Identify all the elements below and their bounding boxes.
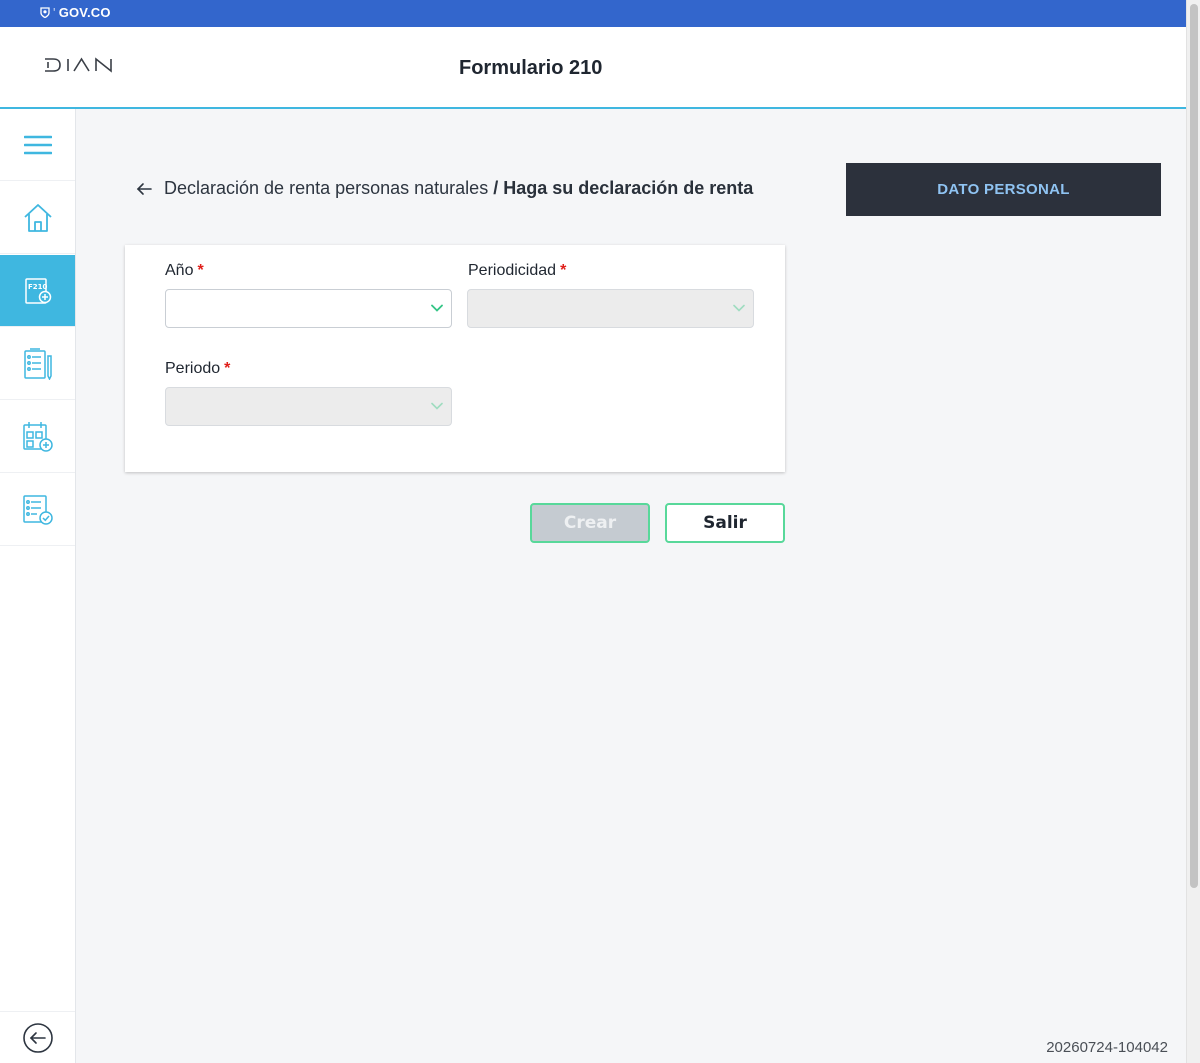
periodicity-label-text: Periodicidad	[468, 262, 557, 279]
sidebar-item-form-list[interactable]	[0, 328, 75, 400]
dato-personal-button[interactable]: DATO PERSONAL	[846, 163, 1161, 216]
dian-logo[interactable]	[44, 57, 116, 78]
calendar-add-icon	[22, 421, 53, 452]
chevron-down-icon	[431, 402, 443, 410]
sidebar-item-calendar[interactable]	[0, 401, 75, 473]
required-mark: *	[224, 360, 231, 377]
breadcrumb-parent[interactable]: Declaración de renta personas naturales	[164, 178, 488, 199]
create-button[interactable]: Crear	[530, 503, 650, 543]
year-label-text: Año	[165, 262, 194, 279]
back-circle-icon	[22, 1022, 53, 1053]
scrollbar-thumb[interactable]	[1190, 4, 1198, 888]
breadcrumb-back-arrow-icon[interactable]	[136, 182, 152, 196]
svg-text:F210: F210	[28, 283, 48, 291]
sidebar-menu-toggle[interactable]	[0, 109, 75, 181]
chevron-down-icon	[431, 304, 443, 312]
sidebar-nav: F210	[0, 109, 76, 1063]
periodicity-select[interactable]	[467, 289, 754, 328]
gov-co-logo[interactable]: ' GOV.CO	[40, 5, 111, 20]
sidebar-item-checklist[interactable]	[0, 474, 75, 546]
sidebar-item-f210[interactable]: F210	[0, 255, 75, 327]
breadcrumb-separator: /	[493, 178, 499, 198]
required-mark: *	[197, 262, 204, 279]
year-field-label: Año *	[165, 262, 204, 280]
chevron-down-icon	[733, 304, 745, 312]
page-scrollbar[interactable]	[1186, 0, 1200, 1063]
build-id: 20260724-104042	[1046, 1039, 1168, 1056]
app-header: Formulario 210	[0, 27, 1186, 109]
dian-logo-mark	[45, 57, 112, 73]
exit-button[interactable]: Salir	[665, 503, 785, 543]
period-select[interactable]	[165, 387, 452, 426]
form-f210-add-icon: F210	[24, 277, 51, 304]
page-title: Formulario 210	[459, 57, 603, 79]
required-mark: *	[560, 262, 567, 279]
sidebar-item-home[interactable]	[0, 182, 75, 254]
colombia-shield-icon	[40, 7, 50, 18]
home-icon	[23, 203, 52, 232]
sidebar-back-button[interactable]	[0, 1011, 75, 1063]
periodicity-field-label: Periodicidad *	[468, 262, 566, 280]
year-select[interactable]	[165, 289, 452, 328]
gov-bar: ' GOV.CO	[0, 0, 1186, 27]
hamburger-menu-icon	[23, 135, 52, 154]
checklist-approved-icon	[22, 494, 53, 525]
breadcrumb: Declaración de renta personas naturales …	[136, 178, 753, 199]
period-field-label: Periodo *	[165, 360, 230, 378]
period-label-text: Periodo	[165, 360, 221, 377]
gov-co-label: GOV.CO	[58, 5, 111, 20]
breadcrumb-current: Haga su declaración de renta	[503, 178, 754, 198]
declaration-form-card: Año * Periodicidad * Periodo *	[125, 245, 785, 472]
form-list-edit-icon	[23, 347, 52, 380]
